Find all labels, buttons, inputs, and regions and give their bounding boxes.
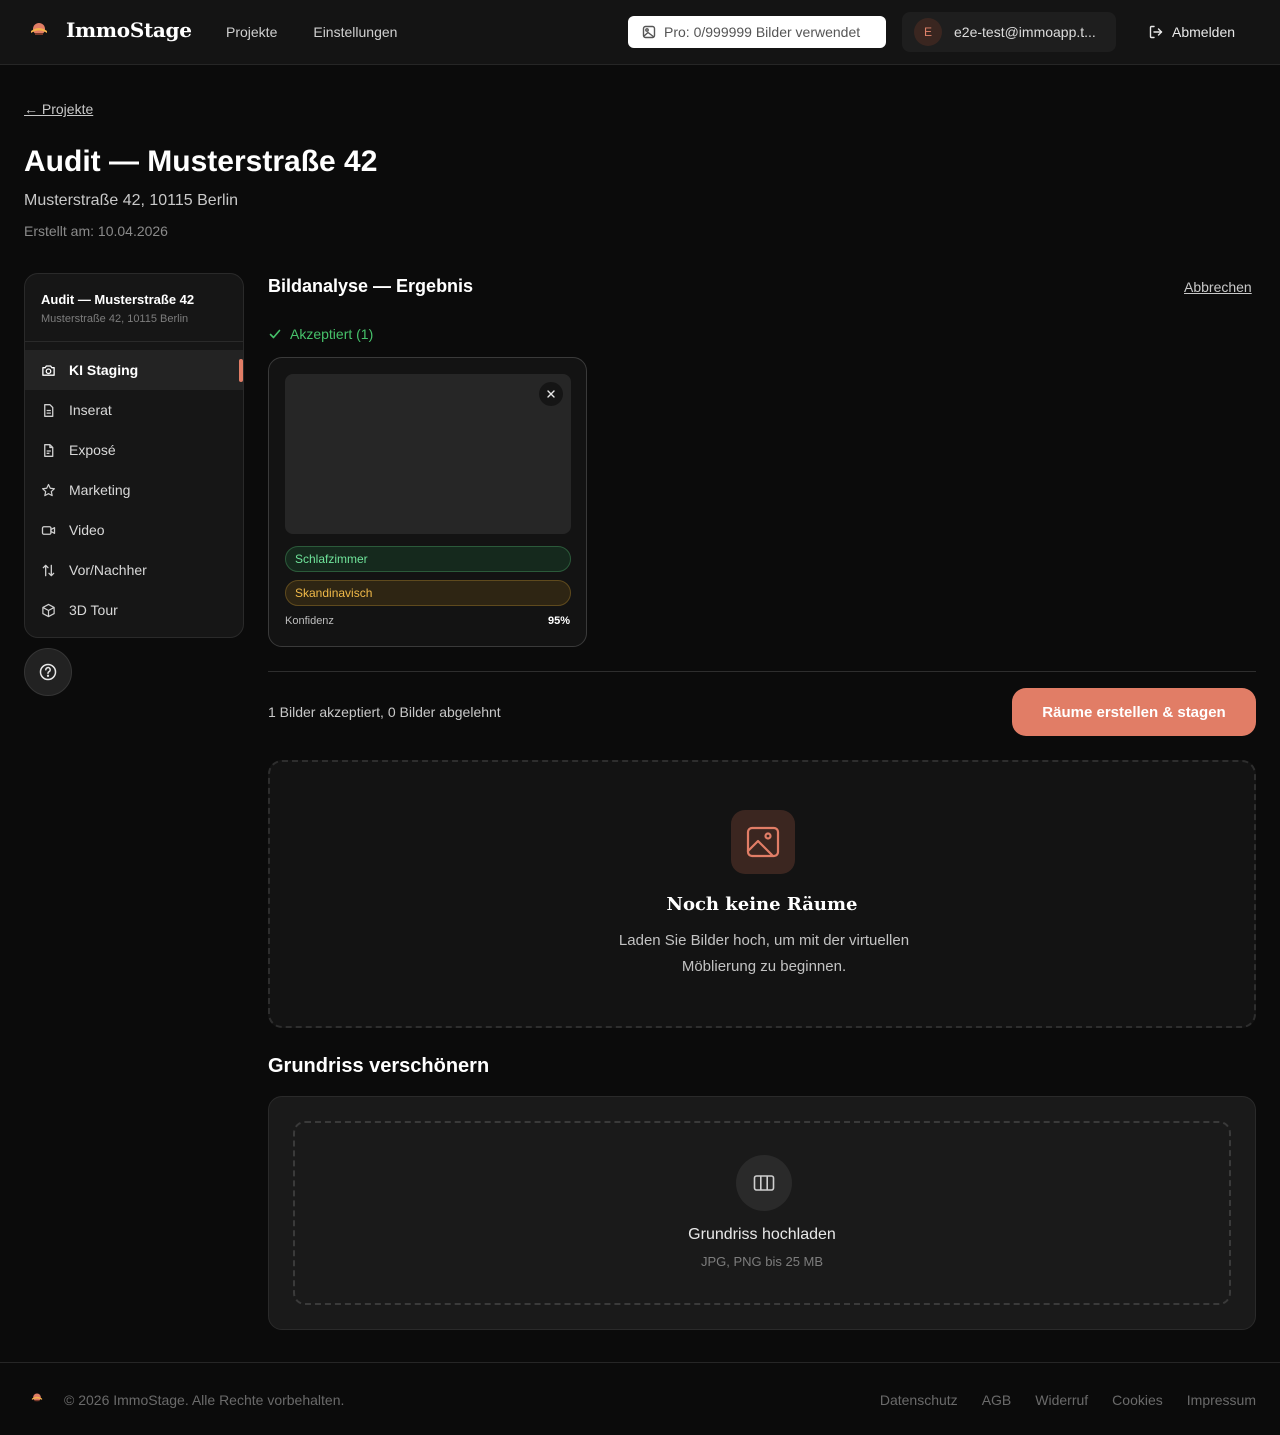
swap-arrows-icon (41, 563, 56, 578)
footer-link-datenschutz[interactable]: Datenschutz (880, 1392, 958, 1408)
brand-name: ImmoStage (66, 18, 192, 42)
analysis-section-title: Bildanalyse — Ergebnis (268, 276, 474, 296)
user-menu[interactable]: E e2e-test@immoapp.t... (902, 12, 1116, 52)
sidebar-item-label: Vor/Nachher (69, 562, 147, 578)
floorplan-upload-dropzone[interactable]: Grundriss hochladen JPG, PNG bis 25 MB (293, 1121, 1231, 1305)
sidebar-item-label: 3D Tour (69, 602, 118, 618)
nav-link-einstellungen[interactable]: Einstellungen (313, 24, 397, 40)
footer-link-impressum[interactable]: Impressum (1187, 1392, 1256, 1408)
sidebar-item-label: Inserat (69, 402, 112, 418)
video-icon (41, 523, 56, 538)
sidebar-item-3d-tour[interactable]: 3D Tour (25, 590, 243, 630)
camera-icon (41, 363, 56, 378)
sidebar-item-label: Video (69, 522, 105, 538)
footer: © 2026 ImmoStage. Alle Rechte vorbehalte… (0, 1362, 1280, 1435)
divider (268, 671, 1256, 672)
back-to-projects-link[interactable]: ← Projekte (24, 101, 93, 117)
star-icon (41, 483, 56, 498)
image-icon (642, 25, 656, 39)
cube-icon (41, 603, 56, 618)
sidebar-menu: KI Staging Inserat Exposé Marketing Vide… (25, 342, 243, 630)
accepted-header: Akzeptiert (1) (268, 326, 373, 342)
footer-link-agb[interactable]: AGB (982, 1392, 1012, 1408)
brand-logo[interactable]: ImmoStage (28, 18, 192, 42)
upload-title: Grundriss hochladen (688, 1226, 836, 1243)
empty-state-description: Laden Sie Bilder hoch, um mit der virtue… (618, 932, 910, 975)
sidebar-item-ki-staging[interactable]: KI Staging (25, 350, 243, 390)
sidebar-item-label: KI Staging (69, 362, 139, 378)
usage-text: Pro: 0/999999 Bilder verwendet (664, 24, 861, 40)
style-tag: Skandinavisch (285, 580, 571, 606)
page-title: Audit — Musterstraße 42 (24, 145, 378, 178)
main-nav: Projekte Einstellungen (226, 24, 397, 40)
empty-state-title: Noch keine Räume (666, 894, 858, 915)
usage-badge[interactable]: Pro: 0/999999 Bilder verwendet (628, 16, 886, 48)
room-type-tag: Schlafzimmer (285, 546, 571, 572)
analysis-summary: 1 Bilder akzeptiert, 0 Bilder abgelehnt (268, 704, 501, 720)
footer-logo-icon (30, 1391, 44, 1405)
sidebar-project-title: Audit — Musterstraße 42 (41, 292, 195, 307)
image-placeholder-icon (731, 810, 795, 874)
accepted-count-label: Akzeptiert (1) (290, 326, 374, 342)
upload-hint: JPG, PNG bis 25 MB (700, 1254, 824, 1269)
nav-link-projekte[interactable]: Projekte (226, 24, 277, 40)
floorplan-section-title: Grundriss verschönern (268, 1055, 490, 1077)
document-icon (41, 403, 56, 418)
project-address: Musterstraße 42, 10115 Berlin (24, 192, 239, 209)
close-icon (546, 389, 556, 399)
sidebar-header: Audit — Musterstraße 42 Musterstraße 42,… (25, 274, 243, 342)
remove-image-button[interactable] (539, 382, 563, 406)
project-created-date: Erstellt am: 10.04.2026 (24, 223, 168, 239)
sidebar-item-vor-nachher[interactable]: Vor/Nachher (25, 550, 243, 590)
rooms-empty-state: Noch keine Räume Laden Sie Bilder hoch, … (268, 760, 1256, 1028)
help-button[interactable] (24, 648, 72, 696)
logout-icon (1148, 24, 1164, 40)
footer-link-widerruf[interactable]: Widerruf (1035, 1392, 1088, 1408)
project-sidebar: Audit — Musterstraße 42 Musterstraße 42,… (24, 273, 244, 638)
floorplan-map-icon (736, 1155, 792, 1211)
logout-button[interactable]: Abmelden (1148, 24, 1235, 40)
confidence-value: 95% (547, 615, 570, 627)
file-text-icon (41, 443, 56, 458)
check-icon (268, 327, 282, 341)
user-email: e2e-test@immoapp.t... (954, 24, 1096, 40)
create-rooms-and-stage-button[interactable]: Räume erstellen & stagen (1012, 688, 1256, 736)
cancel-link[interactable]: Abbrechen (1184, 279, 1252, 295)
logout-label: Abmelden (1172, 24, 1236, 40)
question-circle-icon (39, 663, 57, 681)
sidebar-item-video[interactable]: Video (25, 510, 243, 550)
top-navigation-bar: ImmoStage Projekte Einstellungen Pro: 0/… (0, 0, 1280, 65)
sidebar-item-label: Exposé (69, 442, 116, 458)
image-thumbnail (285, 374, 571, 534)
sidebar-item-marketing[interactable]: Marketing (25, 470, 243, 510)
sidebar-project-address: Musterstraße 42, 10115 Berlin (41, 313, 189, 325)
avatar: E (914, 18, 942, 46)
sidebar-item-label: Marketing (69, 482, 131, 498)
logo-icon (28, 19, 50, 41)
analyzed-image-card: Schlafzimmer Skandinavisch Konfidenz 95% (268, 357, 587, 647)
footer-copyright: © 2026 ImmoStage. Alle Rechte vorbehalte… (64, 1392, 345, 1408)
footer-link-cookies[interactable]: Cookies (1112, 1392, 1163, 1408)
floorplan-card: Grundriss hochladen JPG, PNG bis 25 MB (268, 1096, 1256, 1330)
confidence-label: Konfidenz (285, 615, 334, 627)
sidebar-item-inserat[interactable]: Inserat (25, 390, 243, 430)
footer-links: Datenschutz AGB Widerruf Cookies Impress… (880, 1392, 1256, 1408)
sidebar-item-expose[interactable]: Exposé (25, 430, 243, 470)
